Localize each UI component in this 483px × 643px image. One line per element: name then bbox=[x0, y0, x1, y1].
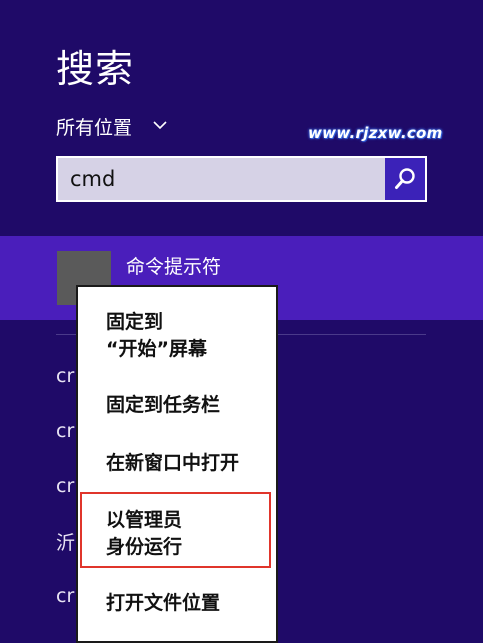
magnifier-icon bbox=[395, 168, 415, 189]
menu-item-pin-to-taskbar[interactable]: 固定到任务栏 bbox=[106, 392, 220, 419]
chevron-down-icon[interactable] bbox=[152, 117, 168, 133]
search-box bbox=[56, 156, 427, 202]
search-title: 搜索 bbox=[56, 47, 135, 91]
watermark-text: www.rjzxw.com bbox=[308, 124, 443, 142]
search-button[interactable] bbox=[385, 158, 425, 200]
result-label[interactable]: 命令提示符 bbox=[126, 252, 221, 279]
search-scope-label[interactable]: 所有位置 bbox=[56, 113, 132, 140]
menu-item-open-new-window[interactable]: 在新窗口中打开 bbox=[106, 450, 239, 477]
menu-item-pin-to-start[interactable]: 固定到 “开始”屏幕 bbox=[106, 309, 207, 363]
search-input[interactable] bbox=[58, 158, 397, 200]
context-menu: 固定到 “开始”屏幕 固定到任务栏 在新窗口中打开 以管理员 身份运行 打开文件… bbox=[76, 285, 278, 643]
menu-item-run-as-admin[interactable]: 以管理员 身份运行 bbox=[106, 507, 182, 561]
menu-item-open-file-location[interactable]: 打开文件位置 bbox=[106, 590, 220, 617]
